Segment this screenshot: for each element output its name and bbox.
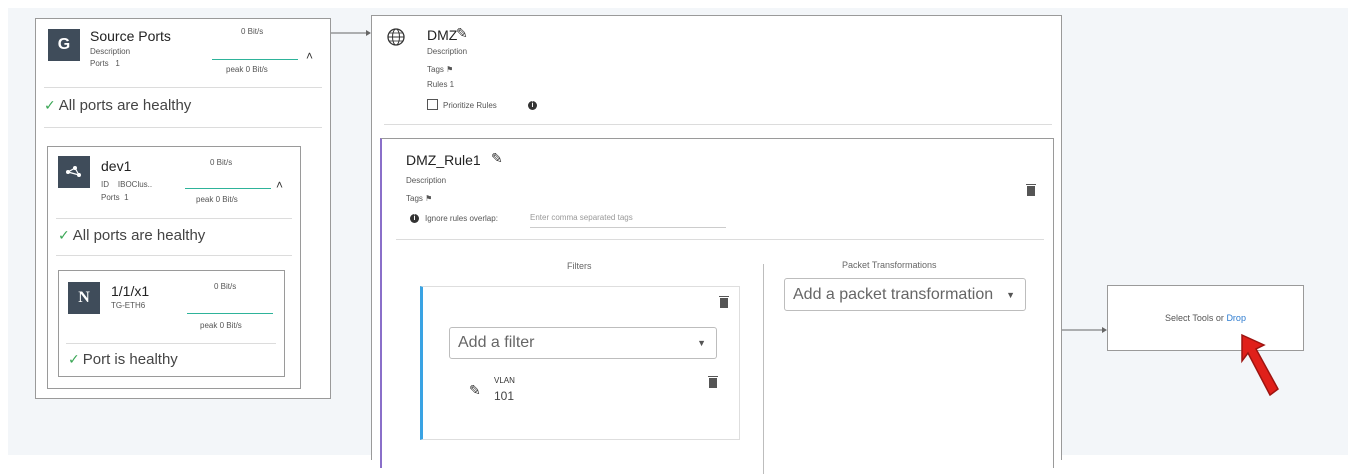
chevron-up-icon[interactable]: ˄ [306, 49, 313, 63]
tag-icon[interactable]: ⚑ [425, 194, 432, 203]
prioritize-rules-checkbox[interactable] [427, 99, 438, 110]
dmz-rules-count: Rules 1 [427, 80, 455, 89]
dmz-tags: Tags ⚑ [427, 65, 454, 74]
port-rate: 0 Bit/s [214, 282, 237, 291]
column-divider [763, 264, 764, 474]
filter-item-label: VLAN [494, 376, 515, 385]
globe-icon [386, 27, 406, 52]
divider [44, 127, 322, 128]
ignore-overlap-tags-input[interactable]: Enter comma separated tags [530, 212, 726, 228]
filter-item-value: 101 [494, 389, 515, 403]
red-arrow-annotation [1241, 333, 1279, 397]
filters-heading: Filters [567, 261, 592, 271]
network-node-icon-glyph [66, 166, 81, 177]
source-ports-peak: peak 0 Bit/s [226, 65, 268, 74]
dmz-description: Description [427, 47, 468, 56]
port-health: ✓ Port is healthy [68, 351, 178, 368]
device-rate: 0 Bit/s [210, 158, 233, 167]
divider [396, 239, 1044, 240]
add-filter-select[interactable]: Add a filter ▼ [449, 327, 717, 359]
port-card: N 1/1/x1 TG-ETH6 0 Bit/s peak 0 Bit/s ✓ P… [58, 270, 285, 377]
source-ports-icon: G [48, 29, 80, 61]
pencil-icon[interactable]: ✎ [491, 150, 503, 167]
divider [384, 124, 1052, 125]
device-ports: Ports 1 [101, 193, 129, 202]
info-icon[interactable]: i [410, 214, 419, 223]
chevron-up-icon[interactable]: ˄ [276, 178, 283, 192]
dmz-title[interactable]: DMZ [427, 27, 457, 43]
packet-transformations-heading: Packet Transformations [842, 260, 937, 270]
source-ports-rate: 0 Bit/s [241, 27, 264, 36]
port-icon: N [68, 282, 100, 314]
rule-title[interactable]: DMZ_Rule1 [406, 152, 481, 168]
source-ports-ports-label: Ports 1 [90, 59, 120, 68]
trash-icon[interactable] [719, 296, 729, 308]
pencil-icon[interactable]: ✎ [456, 25, 468, 42]
rule-tags: Tags ⚑ [406, 194, 433, 203]
dmz-panel: DMZ ✎ Description Tags ⚑ Rules 1 Priorit… [371, 15, 1062, 474]
pencil-icon[interactable]: ✎ [469, 382, 481, 399]
divider [66, 343, 276, 344]
check-icon: ✓ [68, 351, 80, 367]
check-icon: ✓ [58, 227, 70, 243]
divider [56, 218, 292, 219]
prioritize-rules-label: Prioritize Rules [443, 101, 497, 110]
device-peak: peak 0 Bit/s [196, 195, 238, 204]
device-id: ID IBOClus.. [101, 180, 153, 189]
network-node-icon [58, 156, 90, 188]
source-ports-panel: G Source Ports Description Ports 1 0 Bit… [35, 18, 331, 399]
device-card: dev1 ID IBOClus.. Ports 1 0 Bit/s peak 0… [47, 146, 301, 389]
source-ports-description: Description [90, 47, 131, 56]
ignore-overlap-label: Ignore rules overlap: [425, 214, 498, 223]
divider [44, 87, 322, 88]
info-icon[interactable]: i [528, 101, 537, 110]
caret-down-icon: ▼ [1006, 289, 1015, 300]
port-rate-line [187, 313, 273, 314]
rule-description: Description [406, 176, 447, 185]
source-ports-health: ✓ All ports are healthy [44, 97, 192, 114]
source-ports-title[interactable]: Source Ports [90, 28, 171, 44]
caret-down-icon: ▼ [697, 338, 706, 348]
device-title[interactable]: dev1 [101, 158, 131, 174]
filter-card: Add a filter ▼ ✎ VLAN 101 [420, 286, 740, 440]
drop-link[interactable]: Drop [1226, 313, 1246, 323]
port-subtitle: TG-ETH6 [111, 301, 146, 310]
add-packet-transformation-select[interactable]: Add a packet transformation ▼ [784, 278, 1026, 311]
trash-icon[interactable] [708, 376, 718, 388]
rule-card: DMZ_Rule1 ✎ Description Tags ⚑ i Ignore … [380, 138, 1054, 474]
port-title[interactable]: 1/1/x1 [111, 283, 149, 299]
check-icon: ✓ [44, 97, 56, 113]
port-peak: peak 0 Bit/s [200, 321, 242, 330]
device-rate-line [185, 188, 271, 189]
source-ports-rate-line [212, 59, 298, 60]
select-tools-text: Select Tools or [1165, 313, 1224, 323]
trash-icon[interactable] [1026, 184, 1036, 196]
tag-icon[interactable]: ⚑ [446, 65, 453, 74]
device-health: ✓ All ports are healthy [58, 227, 206, 244]
divider [56, 255, 292, 256]
